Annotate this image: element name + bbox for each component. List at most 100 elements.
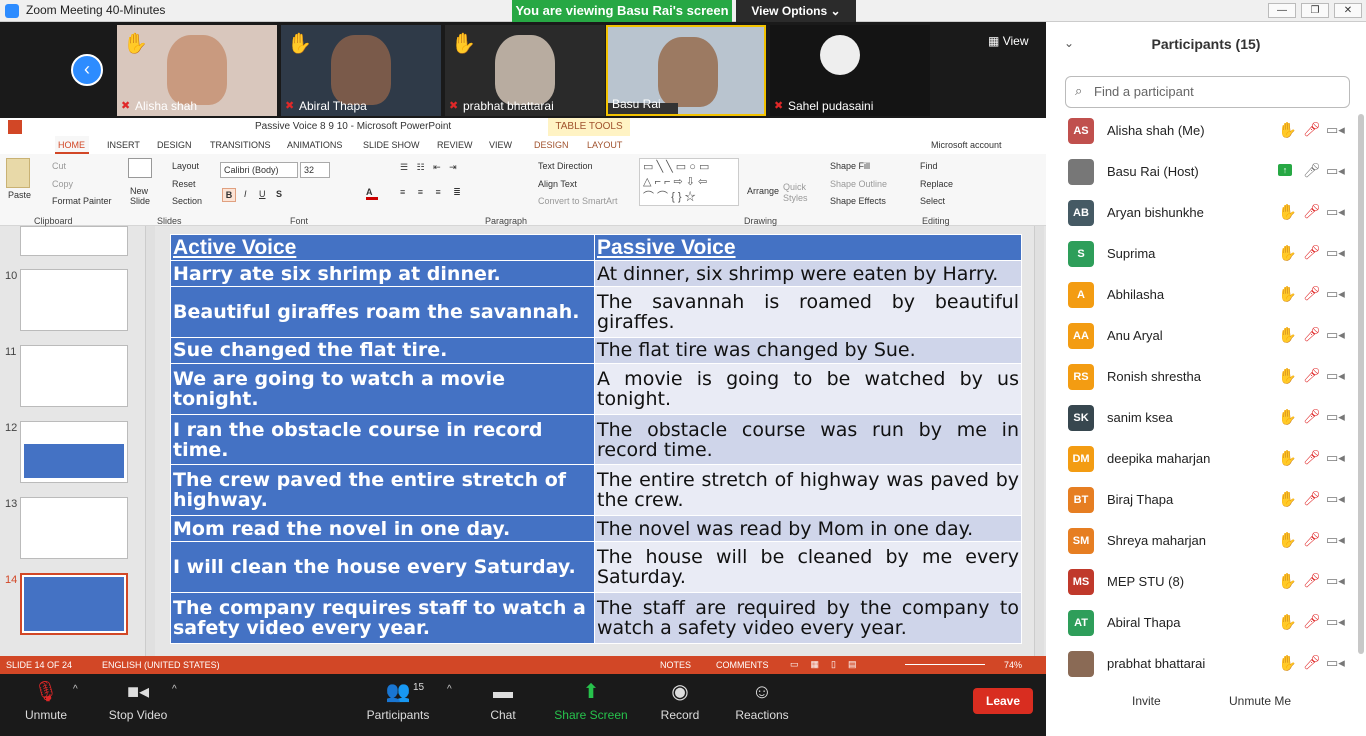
paste-button[interactable]: Paste <box>8 190 31 200</box>
copy-button[interactable]: Copy <box>52 179 73 189</box>
maximize-button[interactable]: ❐ <box>1301 3 1329 18</box>
muted-mic-icon[interactable]: 🎤︎ <box>1303 490 1321 507</box>
new-slide-button[interactable]: New Slide <box>130 186 156 206</box>
unmute-button[interactable]: 🎙 Unmute <box>22 676 70 722</box>
video-tile[interactable]: ✋ ✖ Abiral Thapa <box>281 25 441 116</box>
muted-mic-icon[interactable]: 🎤︎ <box>1303 531 1321 548</box>
participant-row[interactable]: AB Aryan bishunkhe ✋ 🎤︎ ▭◂ <box>1046 192 1356 233</box>
align-text-button[interactable]: Align Text <box>538 179 577 189</box>
minimize-button[interactable]: — <box>1268 3 1296 18</box>
muted-mic-icon[interactable]: 🎤︎ <box>1303 613 1321 630</box>
active-cell[interactable]: The company requires staff to watch a sa… <box>170 592 595 644</box>
voice-table[interactable]: Active Voice Passive Voice Harry ate six… <box>170 233 1022 644</box>
tab-table-layout[interactable]: LAYOUT <box>587 140 622 150</box>
italic-icon[interactable]: I <box>244 189 247 199</box>
passive-cell[interactable]: At dinner, six shrimp were eaten by Harr… <box>594 260 1022 288</box>
new-slide-icon[interactable] <box>128 158 152 178</box>
active-cell[interactable]: We are going to watch a movie tonight. <box>170 362 595 415</box>
participant-row[interactable]: MS MEP STU (8) ✋ 🎤︎ ▭◂ <box>1046 561 1356 602</box>
muted-mic-icon[interactable]: 🎤︎ <box>1303 244 1321 261</box>
participant-row[interactable]: S Suprima ✋ 🎤︎ ▭◂ <box>1046 233 1356 274</box>
active-cell[interactable]: Mom read the novel in one day. <box>170 515 595 543</box>
slide-thumbnail-selected[interactable] <box>20 573 128 635</box>
thumbnails-scrollbar[interactable] <box>145 226 155 656</box>
participant-row[interactable]: DM deepika maharjan ✋ 🎤︎ ▭◂ <box>1046 438 1356 479</box>
format-painter-button[interactable]: Format Painter <box>52 196 112 206</box>
slide-canvas[interactable]: Active Voice Passive Voice Harry ate six… <box>170 233 1022 644</box>
muted-mic-icon[interactable]: 🎤︎ <box>1303 408 1321 425</box>
passive-cell[interactable]: The savannah is roamed by beautiful gira… <box>594 286 1022 338</box>
comments-button[interactable]: COMMENTS <box>716 660 769 670</box>
slide-thumbnail[interactable] <box>20 345 128 407</box>
section-button[interactable]: Section <box>172 196 202 206</box>
convert-smartart-button[interactable]: Convert to SmartArt <box>538 196 618 206</box>
shadow-icon[interactable]: S <box>276 189 282 199</box>
reset-button[interactable]: Reset <box>172 179 196 189</box>
passive-cell[interactable]: The obstacle course was run by me in rec… <box>594 413 1022 466</box>
muted-mic-icon[interactable]: 🎤︎ <box>1303 326 1321 343</box>
muted-mic-icon[interactable]: 🎤︎ <box>1303 449 1321 466</box>
active-cell[interactable]: The crew paved the entire stretch of hig… <box>170 464 595 517</box>
select-button[interactable]: Select <box>920 196 945 206</box>
font-name-select[interactable]: Calibri (Body) <box>220 162 298 178</box>
participant-row[interactable]: Basu Rai (Host) ↑ 🎤︎ ▭◂ <box>1046 151 1356 192</box>
tab-transitions[interactable]: TRANSITIONS <box>210 140 271 150</box>
active-cell[interactable]: Beautiful giraffes roam the savannah. <box>170 286 595 338</box>
share-screen-button[interactable]: ⬆ Share Screen <box>554 676 628 722</box>
tab-animations[interactable]: ANIMATIONS <box>287 140 342 150</box>
replace-button[interactable]: Replace <box>920 179 953 189</box>
muted-mic-icon[interactable]: 🎤︎ <box>1303 121 1321 138</box>
bold-icon[interactable]: B <box>222 188 236 202</box>
slide-editor[interactable]: Active Voice Passive Voice Harry ate six… <box>158 226 1046 656</box>
underline-icon[interactable]: U <box>259 189 266 199</box>
notes-button[interactable]: NOTES <box>660 660 691 670</box>
record-button[interactable]: ◉ Record <box>658 676 702 722</box>
muted-mic-icon[interactable]: 🎤︎ <box>1303 572 1321 589</box>
font-color-icon[interactable]: A <box>366 187 378 200</box>
view-mode-icons[interactable]: ▭▦▯▤ <box>790 659 868 670</box>
video-tile[interactable]: ✋ ✖ prabhat bhattarai <box>445 25 605 116</box>
tab-table-design[interactable]: DESIGN <box>534 140 569 150</box>
participant-row[interactable]: prabhat bhattarai ✋ 🎤︎ ▭◂ <box>1046 643 1356 684</box>
tab-insert[interactable]: INSERT <box>107 140 140 150</box>
header-passive-voice[interactable]: Passive Voice <box>594 233 1022 262</box>
tab-slide-show[interactable]: SLIDE SHOW <box>363 140 420 150</box>
slide-thumbnail[interactable] <box>20 497 128 559</box>
align-icons[interactable]: ≡ ≡ ≡ ≣ <box>400 187 466 198</box>
view-options-button[interactable]: View Options ⌄ <box>736 0 856 22</box>
invite-button[interactable]: Invite <box>1132 694 1161 708</box>
participants-options-icon[interactable]: ^ <box>447 684 452 695</box>
paste-icon[interactable] <box>6 158 30 188</box>
leave-button[interactable]: Leave <box>973 688 1033 714</box>
tab-view[interactable]: VIEW <box>489 140 512 150</box>
header-active-voice[interactable]: Active Voice <box>170 233 595 262</box>
shapes-gallery[interactable]: ▭ ╲ ╲ ▭ ○ ▭ △ ⌐ ⌐ ⇨ ⇩ ⇦ ⌒ ⌒ { } ☆ <box>639 158 739 206</box>
active-cell[interactable]: Harry ate six shrimp at dinner. <box>170 260 595 288</box>
active-cell[interactable]: I will clean the house every Saturday. <box>170 541 595 594</box>
text-direction-button[interactable]: Text Direction <box>538 161 593 171</box>
participant-row[interactable]: A Abhilasha ✋ 🎤︎ ▭◂ <box>1046 274 1356 315</box>
shared-screen-powerpoint[interactable]: Passive Voice 8 9 10 - Microsoft PowerPo… <box>0 118 1046 674</box>
cut-button[interactable]: Cut <box>52 161 66 171</box>
video-tile[interactable]: ✖ Sahel pudasaini <box>770 25 930 116</box>
participant-search-input[interactable]: ⌕ Find a participant <box>1065 76 1350 108</box>
muted-mic-icon[interactable]: 🎤︎ <box>1303 654 1321 671</box>
font-size-select[interactable]: 32 <box>300 162 330 178</box>
participant-row[interactable]: RS Ronish shrestha ✋ 🎤︎ ▭◂ <box>1046 356 1356 397</box>
account-label[interactable]: Microsoft account <box>931 140 1002 150</box>
arrange-button[interactable]: Arrange <box>747 186 779 196</box>
muted-mic-icon[interactable]: 🎤︎ <box>1303 285 1321 302</box>
slide-thumbnail[interactable] <box>20 421 128 483</box>
find-button[interactable]: Find <box>920 161 938 171</box>
zoom-level[interactable]: 74% <box>1004 660 1022 670</box>
mic-icon[interactable]: 🎤︎ <box>1303 162 1321 179</box>
slide-thumbnail[interactable] <box>20 269 128 331</box>
reactions-button[interactable]: ☺ Reactions <box>734 676 790 722</box>
slide-thumbnail[interactable] <box>20 226 128 256</box>
zoom-slider[interactable] <box>905 664 985 665</box>
participant-row[interactable]: AS Alisha shah (Me) ✋ 🎤︎ ▭◂ <box>1046 110 1356 151</box>
language-status[interactable]: ENGLISH (UNITED STATES) <box>102 660 220 670</box>
layout-button[interactable]: Layout <box>172 161 199 171</box>
bullets-icon[interactable]: ☰ ☷ ⇤ ⇥ <box>400 162 460 173</box>
chat-button[interactable]: ▬ Chat <box>484 676 522 722</box>
